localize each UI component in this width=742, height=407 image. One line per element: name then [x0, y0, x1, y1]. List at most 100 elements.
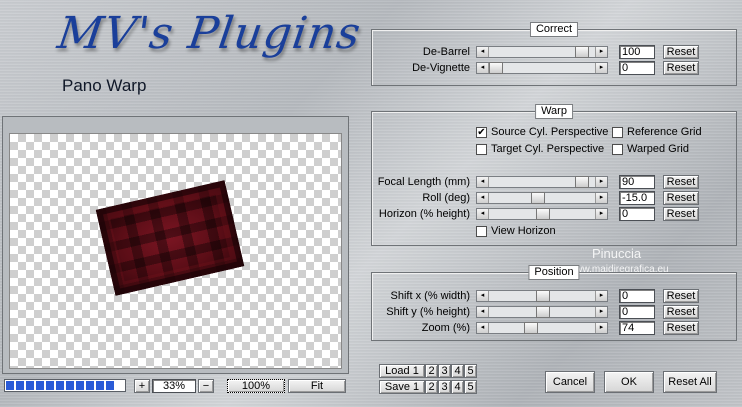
- position-1-label: Shift y (% height): [386, 306, 470, 318]
- checkbox-box[interactable]: [476, 225, 487, 237]
- checkbox-box[interactable]: [476, 143, 487, 155]
- warp-2-reset-button[interactable]: Reset: [663, 207, 699, 221]
- arrow-left-icon[interactable]: ◂: [477, 47, 489, 57]
- arrow-right-icon[interactable]: ▸: [595, 177, 607, 187]
- warp-2-slider[interactable]: ◂ ▸: [476, 208, 608, 220]
- position-2-reset-button[interactable]: Reset: [663, 321, 699, 335]
- position-0-reset-button[interactable]: Reset: [663, 289, 699, 303]
- load-slot-2[interactable]: 2: [425, 364, 438, 378]
- load-preset-button[interactable]: Load 1: [379, 364, 425, 378]
- save-slot-3[interactable]: 3: [438, 380, 451, 394]
- target-cyl-checkbox[interactable]: Target Cyl. Perspective: [476, 143, 604, 155]
- progress-segment: [76, 381, 84, 390]
- slider-thumb[interactable]: [523, 322, 538, 334]
- position-1-reset-button[interactable]: Reset: [663, 305, 699, 319]
- arrow-right-icon[interactable]: ▸: [595, 193, 607, 203]
- reference-grid-label: Reference Grid: [627, 126, 702, 138]
- warped-grid-label: Warped Grid: [627, 143, 689, 155]
- save-slot-5[interactable]: 5: [464, 380, 477, 394]
- position-0-slider[interactable]: ◂ ▸: [476, 290, 608, 302]
- arrow-right-icon[interactable]: ▸: [595, 323, 607, 333]
- arrow-right-icon[interactable]: ▸: [595, 63, 607, 73]
- ok-button[interactable]: OK: [604, 371, 654, 393]
- progress-segment: [66, 381, 74, 390]
- load-slot-5[interactable]: 5: [464, 364, 477, 378]
- checkbox-box[interactable]: [612, 143, 623, 155]
- save-preset-button[interactable]: Save 1: [379, 380, 425, 394]
- position-1-value-field[interactable]: 0: [619, 305, 655, 319]
- check-icon[interactable]: ✔: [476, 126, 487, 138]
- position-0-value-field[interactable]: 0: [619, 289, 655, 303]
- arrow-right-icon[interactable]: ▸: [595, 47, 607, 57]
- progress-segment: [26, 381, 34, 390]
- progress-segment: [86, 381, 94, 390]
- slider-thumb[interactable]: [536, 208, 550, 220]
- warp-2-value-field[interactable]: 0: [619, 207, 655, 221]
- progress-segment: [96, 381, 104, 390]
- arrow-left-icon[interactable]: ◂: [477, 307, 489, 317]
- arrow-left-icon[interactable]: ◂: [477, 193, 489, 203]
- zoom-field[interactable]: 33%: [152, 379, 196, 393]
- app-logo: MV's Plugins: [54, 8, 365, 59]
- zoom-fit-button[interactable]: Fit: [288, 379, 346, 393]
- arrow-left-icon[interactable]: ◂: [477, 323, 489, 333]
- source-cyl-checkbox[interactable]: ✔ Source Cyl. Perspective: [476, 126, 608, 138]
- zoom-out-button[interactable]: −: [198, 379, 214, 393]
- position-2-label: Zoom (%): [421, 322, 470, 334]
- arrow-left-icon[interactable]: ◂: [477, 63, 489, 73]
- arrow-right-icon[interactable]: ▸: [595, 209, 607, 219]
- slider-thumb[interactable]: [489, 62, 503, 74]
- reset-all-button[interactable]: Reset All: [663, 371, 717, 393]
- reference-grid-checkbox[interactable]: Reference Grid: [612, 126, 702, 138]
- slider-thumb[interactable]: [575, 46, 590, 58]
- zoom-in-button[interactable]: +: [134, 379, 150, 393]
- slider-thumb[interactable]: [536, 306, 550, 318]
- progress-segment: [46, 381, 54, 390]
- warp-2-label: Horizon (% height): [378, 208, 470, 220]
- correct-0-reset-button[interactable]: Reset: [663, 45, 699, 59]
- correct-1-reset-button[interactable]: Reset: [663, 61, 699, 75]
- view-horizon-checkbox[interactable]: View Horizon: [476, 225, 556, 237]
- correct-1-value-field[interactable]: 0: [619, 61, 655, 75]
- warp-1-reset-button[interactable]: Reset: [663, 191, 699, 205]
- slider-thumb[interactable]: [531, 192, 546, 204]
- position-2-slider[interactable]: ◂ ▸: [476, 322, 608, 334]
- arrow-left-icon[interactable]: ◂: [477, 177, 489, 187]
- warp-0-reset-button[interactable]: Reset: [663, 175, 699, 189]
- zoom-actual-button[interactable]: 100%: [227, 379, 285, 393]
- progress-segment: [106, 381, 114, 390]
- position-2-value-field[interactable]: 74: [619, 321, 655, 335]
- progress-segment: [36, 381, 44, 390]
- slider-thumb[interactable]: [575, 176, 590, 188]
- correct-1-slider[interactable]: ◂ ▸: [476, 62, 608, 74]
- target-cyl-label: Target Cyl. Perspective: [491, 143, 605, 155]
- position-0-label: Shift x (% width): [390, 290, 470, 302]
- arrow-right-icon[interactable]: ▸: [595, 307, 607, 317]
- warped-grid-checkbox[interactable]: Warped Grid: [612, 143, 689, 155]
- load-slot-4[interactable]: 4: [451, 364, 464, 378]
- load-preset-row: Load 1 2 3 4 5: [379, 364, 477, 378]
- warp-group-title: Warp: [535, 104, 573, 119]
- plugin-title: Pano Warp: [62, 76, 147, 95]
- position-1-slider[interactable]: ◂ ▸: [476, 306, 608, 318]
- correct-0-value-field[interactable]: 100: [619, 45, 655, 59]
- slider-thumb[interactable]: [536, 290, 550, 302]
- arrow-left-icon[interactable]: ◂: [477, 291, 489, 301]
- checkbox-box[interactable]: [612, 126, 623, 138]
- arrow-right-icon[interactable]: ▸: [595, 291, 607, 301]
- arrow-left-icon[interactable]: ◂: [477, 209, 489, 219]
- correct-0-slider[interactable]: ◂ ▸: [476, 46, 608, 58]
- preview-image: [95, 180, 245, 296]
- warp-1-slider[interactable]: ◂ ▸: [476, 192, 608, 204]
- load-slot-3[interactable]: 3: [438, 364, 451, 378]
- position-group-title: Position: [528, 265, 580, 280]
- warp-0-slider[interactable]: ◂ ▸: [476, 176, 608, 188]
- cancel-button[interactable]: Cancel: [545, 371, 595, 393]
- save-preset-row: Save 1 2 3 4 5: [379, 380, 477, 394]
- watermark-name: Pinuccia: [592, 246, 642, 261]
- warp-1-value-field[interactable]: -15.0: [619, 191, 655, 205]
- save-slot-2[interactable]: 2: [425, 380, 438, 394]
- preview-canvas[interactable]: [9, 133, 342, 369]
- warp-0-value-field[interactable]: 90: [619, 175, 655, 189]
- save-slot-4[interactable]: 4: [451, 380, 464, 394]
